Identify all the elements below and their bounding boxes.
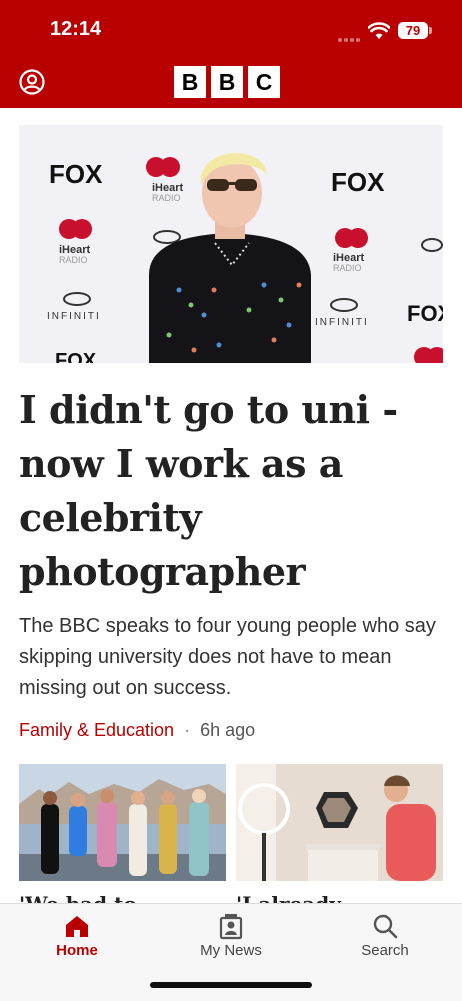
home-indicator <box>150 982 312 988</box>
tab-home[interactable]: Home <box>0 904 154 974</box>
app-header: B B C <box>0 58 462 108</box>
backdrop-radio: RADIO <box>333 263 362 273</box>
logo-letter: C <box>248 66 280 98</box>
tab-label: Search <box>361 942 409 959</box>
story-photo <box>19 764 226 881</box>
article-headline[interactable]: I didn't go to uni - now I work as a cel… <box>19 383 443 599</box>
battery-level: 79 <box>405 23 421 38</box>
my-news-icon <box>219 914 243 940</box>
backdrop-fox: FOX <box>331 167 385 197</box>
account-icon[interactable] <box>19 69 45 95</box>
backdrop-fox: FOX <box>49 159 103 189</box>
wifi-icon <box>368 22 390 39</box>
battery-nub <box>429 27 432 34</box>
hero-photo: FOX FOX FOX FOX iHeart RADIO iHeart RADI… <box>19 125 443 363</box>
logo-letter: B <box>174 66 206 98</box>
story-card-image[interactable] <box>236 764 443 881</box>
story-photo <box>236 764 443 881</box>
logo-letter: B <box>211 66 243 98</box>
article-meta: Family & Education · 6h ago <box>19 720 255 741</box>
article-time: 6h ago <box>200 720 256 740</box>
article-summary[interactable]: The BBC speaks to four young people who … <box>19 611 443 704</box>
tab-label: My News <box>200 942 262 959</box>
backdrop-fox: FOX <box>407 301 443 326</box>
backdrop-radio: RADIO <box>152 193 181 203</box>
story-card-image[interactable] <box>19 764 226 881</box>
search-icon <box>373 914 398 939</box>
tab-my-news[interactable]: My News <box>154 904 308 974</box>
hero-image[interactable]: FOX FOX FOX FOX iHeart RADIO iHeart RADI… <box>19 125 443 363</box>
bbc-logo[interactable]: B B C <box>174 66 280 98</box>
home-icon <box>66 916 88 937</box>
tab-label: Home <box>56 942 98 959</box>
backdrop-fox: FOX <box>55 350 97 363</box>
status-bar: 12:14 79 <box>0 0 462 58</box>
battery-indicator: 79 <box>398 22 428 39</box>
article-category-link[interactable]: Family & Education <box>19 720 174 740</box>
story-card-headline[interactable]: 'We had to <box>19 890 226 904</box>
status-time: 12:14 <box>50 18 102 40</box>
cellular-signal-icon <box>338 29 362 42</box>
tab-search[interactable]: Search <box>308 904 462 974</box>
meta-separator: · <box>184 720 191 740</box>
story-card-headline[interactable]: 'I already <box>236 890 443 904</box>
backdrop-infiniti: INFINITI <box>315 317 369 328</box>
backdrop-infiniti: INFINITI <box>47 311 101 322</box>
backdrop-radio: RADIO <box>59 255 88 265</box>
